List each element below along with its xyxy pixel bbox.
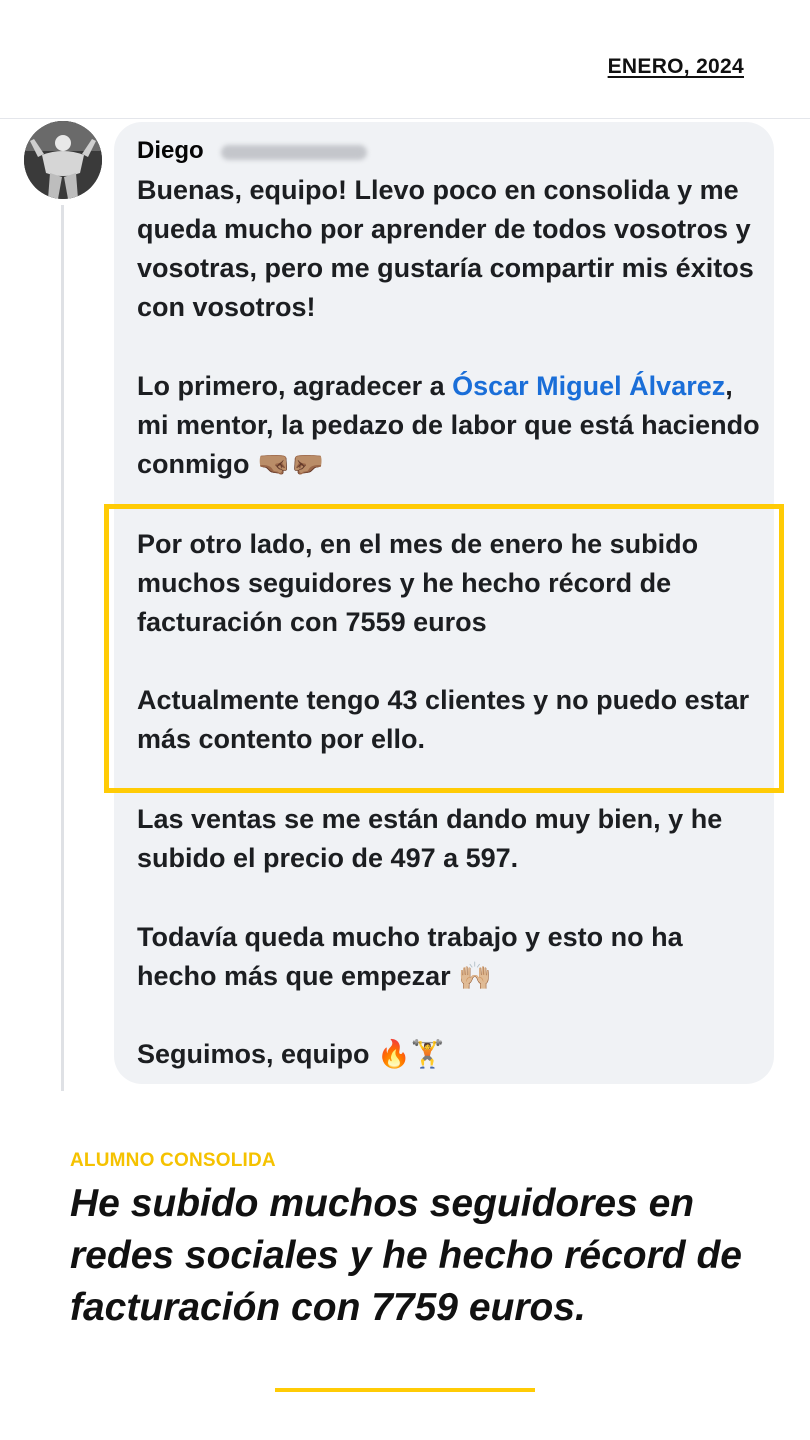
avatar[interactable] <box>24 121 102 199</box>
comment-paragraph-thanks: Lo primero, agradecer a Óscar Miguel Álv… <box>137 367 762 484</box>
comment-paragraph-work: Todavía queda mucho trabajo y esto no ha… <box>137 922 683 991</box>
comment-paragraph-intro: Buenas, equipo! Llevo poco en consolida … <box>137 175 754 322</box>
accent-divider <box>275 1388 535 1392</box>
comment-author[interactable]: Diego <box>137 137 367 167</box>
thanks-text-before: Lo primero, agradecer a <box>137 371 453 401</box>
caption-headline: He subido muchos seguidores en redes soc… <box>70 1182 742 1329</box>
fist-bump-icon: 🤜🏽🤛🏽 <box>257 449 325 480</box>
comment-paragraph-clients: Actualmente tengo 43 clientes y no puedo… <box>137 685 750 754</box>
caption-kicker: ALUMNO CONSOLIDA <box>70 1150 276 1171</box>
comment-paragraph-closing: Seguimos, equipo 🔥🏋️ <box>137 1039 445 1069</box>
thread-line <box>61 205 64 1091</box>
header: ENERO, 2024 <box>0 0 810 119</box>
bodybuilder-photo-icon <box>24 121 102 199</box>
post-date: ENERO, 2024 <box>607 55 744 78</box>
comment-paragraph-record: Por otro lado, en el mes de enero he sub… <box>137 529 699 637</box>
blurred-surname <box>221 145 367 160</box>
author-name[interactable]: Diego <box>137 137 204 164</box>
comment-paragraph-sales: Las ventas se me están dando muy bien, y… <box>137 804 723 873</box>
mention-link[interactable]: Óscar Miguel Álvarez <box>452 371 725 401</box>
